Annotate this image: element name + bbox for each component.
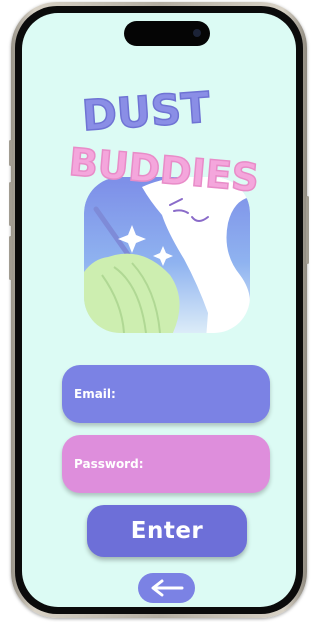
title-line-1: DUST <box>80 83 211 141</box>
password-input[interactable] <box>147 456 258 472</box>
arrow-left-icon <box>151 579 183 597</box>
email-input[interactable] <box>119 386 258 402</box>
email-label: Email: <box>74 387 116 401</box>
power-button <box>306 196 309 264</box>
app-logo: DUST BUDDIES <box>66 82 261 333</box>
page: DUST BUDDIES Email: Password: Enter <box>0 0 317 622</box>
app-screen: DUST BUDDIES Email: Password: Enter <box>22 13 296 607</box>
enter-button[interactable]: Enter <box>87 505 247 557</box>
mute-switch <box>9 140 12 166</box>
password-label: Password: <box>74 457 144 471</box>
volume-up-button <box>9 182 12 226</box>
cat-with-broom-icon <box>84 177 250 333</box>
email-field[interactable]: Email: <box>62 365 270 423</box>
password-field[interactable]: Password: <box>62 435 270 493</box>
volume-down-button <box>9 236 12 280</box>
back-button[interactable] <box>138 573 195 603</box>
